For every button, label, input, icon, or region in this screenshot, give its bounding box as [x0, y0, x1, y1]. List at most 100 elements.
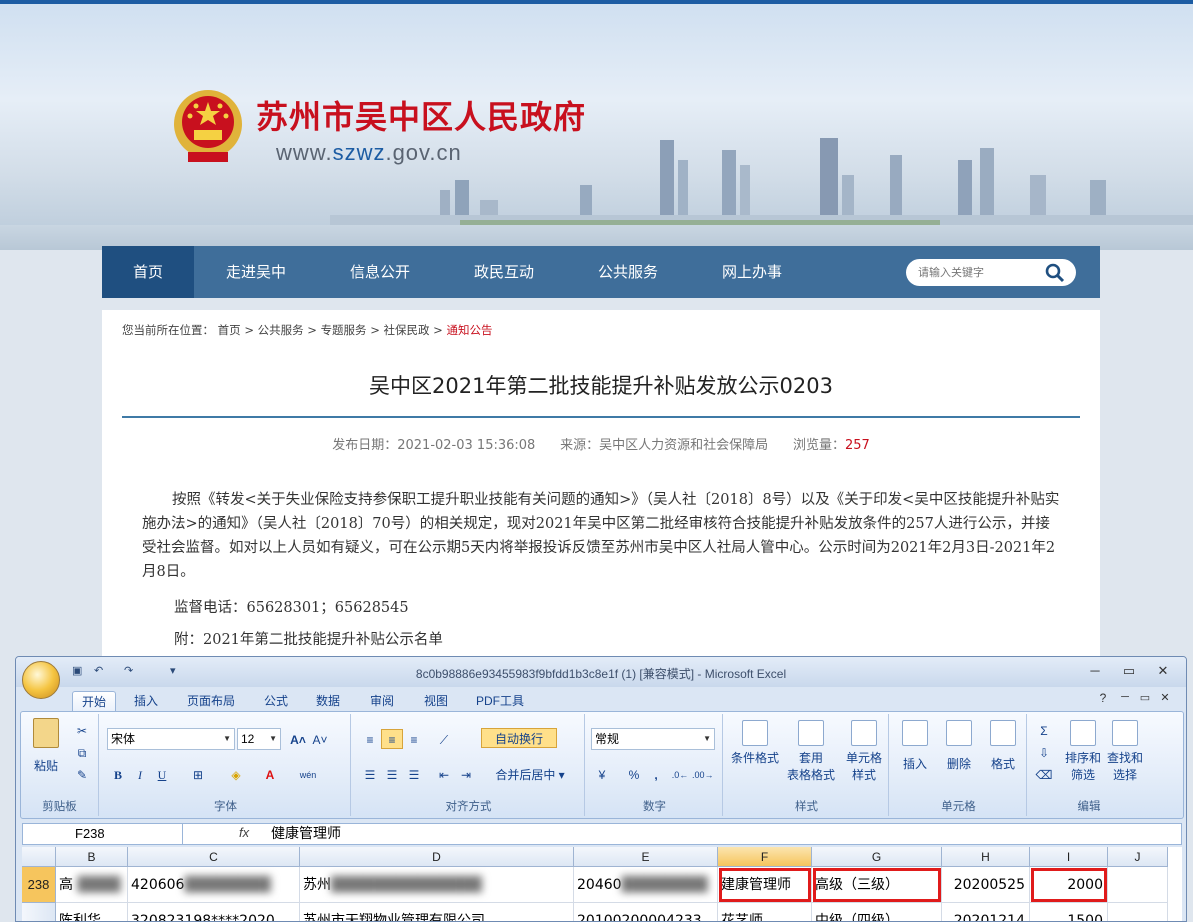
workbook-restore-icon[interactable]: ▭	[1134, 691, 1156, 709]
column-header-h[interactable]: H	[942, 847, 1030, 867]
minimize-icon[interactable]: ─	[1084, 663, 1106, 681]
nav-item-online-service[interactable]: 网上办事	[700, 246, 804, 298]
breadcrumb-home[interactable]: 首页	[218, 323, 241, 337]
comma-button[interactable]: ,	[645, 764, 667, 784]
table-cell[interactable]: 中级（四级）	[812, 903, 942, 921]
tab-view[interactable]: 视图	[416, 691, 456, 711]
underline-button[interactable]: U	[151, 764, 173, 784]
column-header-g[interactable]: G	[812, 847, 942, 867]
workbook-close-icon[interactable]: ✕	[1154, 691, 1176, 709]
align-bottom-icon[interactable]: ≡	[403, 729, 425, 749]
cut-icon[interactable]: ✂	[71, 720, 93, 740]
redo-icon[interactable]: ↷	[124, 664, 140, 680]
nav-item-info-disclosure[interactable]: 信息公开	[328, 246, 432, 298]
column-header-f[interactable]: F	[718, 847, 812, 867]
decrease-decimal-icon[interactable]: .00→	[691, 764, 714, 784]
tab-pdf-tools[interactable]: PDF工具	[468, 691, 532, 711]
nav-item-public-service[interactable]: 公共服务	[576, 246, 680, 298]
site-title[interactable]: 苏州市吴中区人民政府	[256, 92, 586, 138]
breadcrumb-social-security[interactable]: 社保民政	[384, 323, 430, 337]
column-header-i[interactable]: I	[1030, 847, 1108, 867]
percent-button[interactable]: %	[623, 764, 645, 784]
table-cell[interactable]: 20460████████	[574, 867, 718, 903]
align-middle-icon[interactable]: ≡	[381, 729, 403, 749]
fill-icon[interactable]: ⇩	[1033, 742, 1055, 762]
tab-insert[interactable]: 插入	[126, 691, 166, 711]
merge-center-button[interactable]: 合并后居中 ▾	[483, 764, 577, 784]
column-header-b[interactable]: B	[56, 847, 128, 867]
table-cell[interactable]: 1500	[1030, 903, 1108, 921]
bold-button[interactable]: B	[107, 764, 129, 784]
find-select-button[interactable]: 查找和 选择	[1105, 720, 1145, 783]
ribbon-minimize-icon[interactable]: ─	[1114, 691, 1136, 709]
align-left-icon[interactable]: ☰	[359, 764, 381, 784]
orientation-icon[interactable]: ⟋	[433, 729, 455, 749]
table-cell[interactable]: 陈利华	[56, 903, 128, 921]
column-header-j[interactable]: J	[1108, 847, 1168, 867]
restore-icon[interactable]: ▭	[1118, 663, 1140, 681]
tab-page-layout[interactable]: 页面布局	[176, 691, 246, 711]
row-header[interactable]	[22, 903, 56, 921]
name-box[interactable]: F238	[23, 824, 183, 844]
table-cell[interactable]: 20200525	[942, 867, 1030, 903]
customize-toolbar-icon[interactable]: ▾	[170, 664, 186, 680]
insert-function-button[interactable]: fx	[239, 825, 249, 840]
table-cell[interactable]: 高 ████	[56, 867, 128, 903]
site-url[interactable]: www.szwz.gov.cn	[276, 140, 462, 166]
column-header-e[interactable]: E	[574, 847, 718, 867]
table-cell[interactable]	[1108, 903, 1168, 921]
breadcrumb-special-service[interactable]: 专题服务	[321, 323, 367, 337]
column-header-d[interactable]: D	[300, 847, 574, 867]
number-format-select[interactable]: 常规 ▼	[591, 728, 715, 750]
table-cell[interactable]: 苏州██████████████	[300, 867, 574, 903]
accounting-format-icon[interactable]: ¥	[591, 764, 613, 784]
align-center-icon[interactable]: ☰	[381, 764, 403, 784]
paste-button[interactable]: 粘贴	[29, 718, 63, 774]
insert-cells-button[interactable]: 插入	[895, 720, 935, 772]
undo-icon[interactable]: ↶	[94, 664, 110, 680]
tab-data[interactable]: 数据	[308, 691, 348, 711]
copy-icon[interactable]: ⧉	[71, 742, 93, 762]
borders-icon[interactable]: ⊞	[187, 764, 209, 784]
format-as-table-button[interactable]: 套用 表格格式	[783, 720, 839, 783]
table-cell[interactable]: 苏州市天翔物业管理有限公司	[300, 903, 574, 921]
column-header-c[interactable]: C	[128, 847, 300, 867]
increase-decimal-icon[interactable]: .0←	[669, 764, 691, 784]
tab-formulas[interactable]: 公式	[256, 691, 296, 711]
table-cell[interactable]: 20201214	[942, 903, 1030, 921]
clear-icon[interactable]: ⌫	[1033, 764, 1055, 784]
search-input[interactable]	[918, 264, 1038, 281]
table-cell[interactable]: 高级（三级）	[812, 867, 942, 903]
format-cells-button[interactable]: 格式	[983, 720, 1023, 772]
select-all-corner[interactable]	[22, 847, 56, 867]
table-cell[interactable]: 320823198****2020	[128, 903, 300, 921]
breadcrumb-notice[interactable]: 通知公告	[446, 323, 492, 337]
grow-font-icon[interactable]: A˄	[287, 729, 309, 749]
save-icon[interactable]: ▣	[72, 664, 88, 680]
decrease-indent-icon[interactable]: ⇤	[433, 764, 455, 784]
breadcrumb-public-service[interactable]: 公共服务	[258, 323, 304, 337]
sort-filter-button[interactable]: 排序和 筛选	[1063, 720, 1103, 783]
nav-item-about-wuzhong[interactable]: 走进吴中	[204, 246, 308, 298]
delete-cells-button[interactable]: 删除	[939, 720, 979, 772]
phonetic-guide-button[interactable]: wén	[295, 764, 321, 784]
table-cell[interactable]: 花艺师	[718, 903, 812, 921]
table-cell[interactable]: 2000	[1030, 867, 1108, 903]
format-painter-icon[interactable]: ✎	[71, 764, 93, 784]
font-size-select[interactable]: 12 ▼	[237, 728, 281, 750]
fill-color-icon[interactable]: ◈	[225, 764, 247, 784]
conditional-format-button[interactable]: 条件格式	[729, 720, 781, 766]
nav-item-home[interactable]: 首页	[102, 246, 194, 298]
align-top-icon[interactable]: ≡	[359, 729, 381, 749]
tab-review[interactable]: 审阅	[362, 691, 402, 711]
font-name-select[interactable]: 宋体 ▼	[107, 728, 235, 750]
italic-button[interactable]: I	[129, 764, 151, 784]
nav-item-interaction[interactable]: 政民互动	[452, 246, 556, 298]
table-cell[interactable]: 420606████████	[128, 867, 300, 903]
close-icon[interactable]: ✕	[1152, 663, 1174, 681]
tab-home[interactable]: 开始	[72, 691, 116, 711]
shrink-font-icon[interactable]: A˅	[309, 729, 331, 749]
help-icon[interactable]: ?	[1092, 691, 1114, 709]
cell-styles-button[interactable]: 单元格 样式	[841, 720, 887, 783]
search-icon[interactable]	[1044, 263, 1066, 283]
